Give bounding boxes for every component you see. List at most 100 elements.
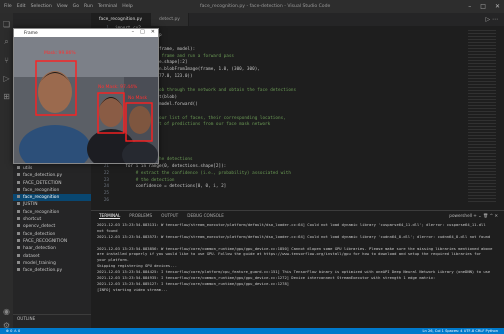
status-right[interactable]: Ln 26, Col 1 Spaces: 4 UTF-8 CRLF Python (423, 329, 498, 333)
terminal-line: [INFO] starting video stream... (97, 286, 168, 292)
file-icon (17, 180, 20, 184)
sidebar-item[interactable]: face_recognition (13, 187, 91, 194)
person-mid-face (99, 97, 123, 127)
file-icon (17, 187, 20, 191)
sidebar-item-label: face_detection.py (23, 268, 63, 274)
code-line: 26 (91, 198, 504, 205)
sidebar-item[interactable]: face_recognition (13, 209, 91, 216)
panel-tab-debug-console[interactable]: DEBUG CONSOLE (187, 213, 224, 219)
sidebar-item[interactable]: FACE_RECOGNITION (13, 238, 91, 245)
file-icon (17, 246, 20, 250)
terminal-line: 2021-12-03 13:23:54.883131: W tensorflow… (97, 222, 486, 227)
menu-item-run[interactable]: Run (84, 4, 93, 9)
tab-1[interactable]: detect.py (151, 13, 189, 26)
menu-item-terminal[interactable]: Terminal (98, 4, 117, 9)
status-bar: ⊗ 0 ⚠ 0 Ln 26, Col 1 Spaces: 4 UTF-8 CRL… (0, 328, 504, 334)
frame-minimize-button[interactable]: – (132, 29, 135, 35)
menu-item-view[interactable]: View (57, 4, 68, 9)
sidebar-item[interactable]: utils (13, 165, 91, 172)
file-icon (17, 195, 20, 199)
sidebar-item[interactable]: face_detection (13, 231, 91, 238)
terminal-line: are installed properly if you would like… (97, 251, 482, 257)
line-number: 24 (103, 184, 109, 190)
editor-actions[interactable]: ▷ ⋯ (485, 13, 498, 26)
sidebar-item[interactable]: model_training (13, 260, 91, 267)
sidebar-item-label: face_recognition (23, 209, 60, 215)
sidebar-item-label: FACE_DETECTION (23, 180, 62, 186)
account-icon[interactable]: ◉ (0, 304, 13, 318)
menu-item-help[interactable]: Help (122, 4, 132, 9)
editor-tabs: face_recognition.py detect.py ▷ ⋯ (91, 13, 504, 26)
code-line: 22 # extract the confidence (i.e., proba… (91, 171, 504, 178)
sidebar-item[interactable]: dataset (13, 253, 91, 260)
file-icon (17, 253, 20, 257)
close-button[interactable]: ✕ (495, 3, 500, 10)
code-line: 24 confidence = detections[0, 0, i, 2] (91, 184, 504, 191)
file-icon (17, 209, 20, 213)
sidebar-item[interactable]: face_detection.py (13, 172, 91, 179)
line-number: 25 (103, 191, 109, 197)
terminal-line: 2021-12-03 13:23:54.883573: W tensorflow… (97, 233, 491, 239)
menu-item-go[interactable]: Go (73, 4, 79, 9)
run-debug-icon[interactable]: ▷ (0, 71, 13, 85)
sidebar-item-label: shortcut (23, 217, 42, 223)
problems-indicator[interactable]: ⊗ 0 ⚠ 0 (6, 329, 20, 333)
sidebar-item[interactable]: JUSTIN (13, 201, 91, 208)
file-icon (17, 268, 20, 272)
title-bar: File Edit Selection View Go Run Terminal Help f… (0, 0, 504, 13)
sidebar-item-label: opencv_detect (23, 224, 56, 230)
panel-tab-problems[interactable]: PROBLEMS (129, 213, 152, 219)
menu-item-file[interactable]: File (4, 4, 12, 9)
menu-item-edit[interactable]: Edit (17, 4, 26, 9)
sidebar-item[interactable]: FACE_DETECTION (13, 180, 91, 187)
sidebar-item-label: face_recognition (23, 195, 60, 201)
sidebar-item-label: face_detection (23, 231, 56, 237)
webcam-frame: Mask: 99.86% No Mask: 97.44% No Mask (14, 37, 158, 163)
file-tree: utils face_detection.py FACE_DETECTION face… (13, 165, 91, 274)
sidebar-item[interactable]: haar_detection (13, 245, 91, 252)
face-label-right: No Mask (128, 95, 148, 101)
minimap[interactable] (468, 28, 496, 204)
file-icon (17, 260, 20, 264)
explorer-icon[interactable]: ❏ (0, 17, 13, 31)
source-control-icon[interactable]: ⑂ (0, 53, 13, 67)
window-title: face_recognition.py - face-detection - V… (200, 4, 331, 9)
face-label-left: Mask: 99.86% (44, 50, 76, 56)
sidebar-item-label: haar_detection (23, 246, 56, 252)
code-line: 21 for i in range(0, detections.shape[2]… (91, 164, 504, 171)
sidebar-item[interactable]: shortcut (13, 216, 91, 223)
file-icon (17, 166, 20, 169)
window-controls: – □ ✕ (468, 3, 500, 10)
panel-tabs: TERMINAL PROBLEMS OUTPUT DEBUG CONSOLE powe… (91, 211, 504, 221)
bottom-panel: TERMINAL PROBLEMS OUTPUT DEBUG CONSOLE powe… (91, 210, 504, 328)
panel-tab-terminal[interactable]: TERMINAL (99, 213, 121, 219)
sidebar-item-label: model_training (23, 260, 56, 266)
file-icon (17, 202, 20, 206)
menu-item-selection[interactable]: Selection (31, 4, 52, 9)
code-text: confidence = detections[0, 0, i, 2] (115, 184, 227, 190)
frame-maximize-button[interactable]: □ (140, 29, 145, 35)
extensions-icon[interactable]: ⊞ (0, 89, 13, 103)
search-icon[interactable]: ⌕ (0, 35, 13, 49)
person-left-face (38, 71, 72, 113)
menu-bar: File Edit Selection View Go Run Terminal Help (0, 4, 133, 9)
sidebar-item[interactable]: opencv_detect (13, 223, 91, 230)
file-icon (17, 217, 20, 221)
frame-window[interactable]: Frame – □ ✕ Mask: 99.86% No Mask: 97.44%… (13, 28, 159, 164)
panel-tab-output[interactable]: OUTPUT (161, 213, 178, 219)
sidebar-item[interactable]: face_recognition (13, 194, 91, 202)
minimize-button[interactable]: – (468, 3, 471, 10)
frame-close-button[interactable]: ✕ (151, 29, 155, 35)
maximize-button[interactable]: □ (480, 3, 486, 10)
terminal-actions[interactable]: powershell + ⌄ 🗑 ^ ✕ (449, 213, 504, 219)
tab-row: face_recognition.py detect.py (91, 13, 189, 26)
file-icon (17, 224, 20, 228)
outline-section[interactable]: OUTLINE (13, 314, 91, 322)
sidebar-item[interactable]: face_detection.py (13, 267, 91, 274)
frame-window-titlebar[interactable]: Frame – □ ✕ (14, 29, 158, 37)
file-icon (17, 238, 20, 242)
terminal-output[interactable]: 2021-12-03 13:23:54.883131: W tensorflow… (91, 221, 504, 294)
tab-0[interactable]: face_recognition.py (91, 13, 152, 26)
panel-tab-list: TERMINAL PROBLEMS OUTPUT DEBUG CONSOLE (99, 213, 224, 219)
sidebar-item-label: dataset (23, 253, 40, 259)
